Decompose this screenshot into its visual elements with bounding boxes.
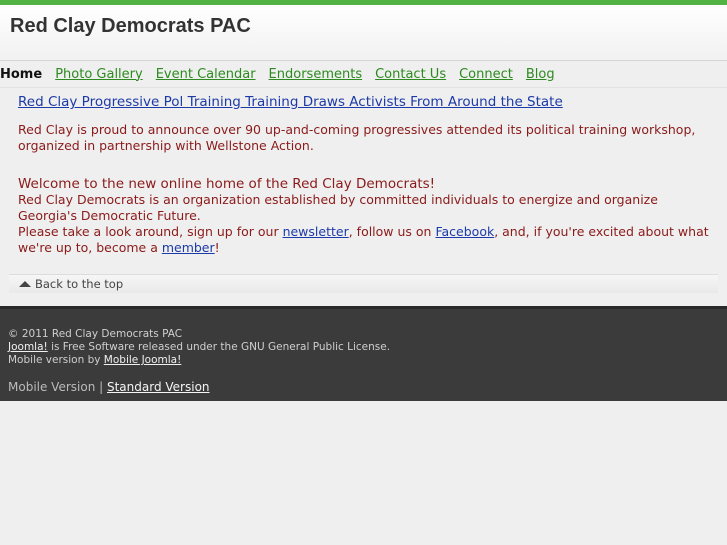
facebook-link[interactable]: Facebook — [435, 224, 494, 239]
version-switcher: Mobile Version | Standard Version — [8, 381, 719, 394]
main-nav: Home Photo Gallery Event Calendar Endors… — [0, 61, 727, 88]
welcome-description: Red Clay Democrats is an organization es… — [18, 192, 658, 223]
footer-license: Joomla! is Free Software released under … — [8, 341, 719, 354]
site-title[interactable]: Red Clay Democrats PAC — [10, 15, 717, 38]
mobile-by-text: Mobile version by — [8, 354, 104, 366]
welcome-title: Welcome to the new online home of the Re… — [18, 176, 436, 192]
back-to-top-link[interactable]: Back to the top — [9, 274, 718, 293]
footer-copyright: © 2011 Red Clay Democrats PAC — [8, 328, 183, 340]
arrow-up-icon — [19, 281, 31, 287]
nav-blog[interactable]: Blog — [526, 67, 555, 82]
cta-text-2: , follow us on — [348, 224, 436, 239]
member-link[interactable]: member — [162, 240, 215, 255]
newsletter-link[interactable]: newsletter — [283, 224, 349, 239]
cta-text-4: ! — [214, 240, 220, 255]
cta-text-1: Please take a look around, sign up for o… — [18, 224, 283, 239]
article-headline-link[interactable]: Red Clay Progressive Pol Training Traini… — [18, 94, 709, 110]
license-text: is Free Software released under the GNU … — [47, 341, 391, 353]
standard-version-link[interactable]: Standard Version — [107, 380, 210, 394]
site-header: Red Clay Democrats PAC — [0, 5, 727, 61]
back-to-top-label: Back to the top — [35, 277, 124, 291]
footer-mobile-credit: Mobile version by Mobile Joomla! — [8, 354, 719, 367]
nav-contact-us[interactable]: Contact Us — [375, 67, 446, 82]
nav-home[interactable]: Home — [0, 67, 42, 82]
mobile-version-label: Mobile Version | — [8, 380, 107, 394]
joomla-link[interactable]: Joomla! — [8, 341, 48, 353]
main-content: Red Clay Progressive Pol Training Traini… — [0, 88, 727, 256]
site-footer: © 2011 Red Clay Democrats PAC Joomla! is… — [0, 306, 727, 401]
article-summary: Red Clay is proud to announce over 90 up… — [18, 122, 696, 153]
nav-connect[interactable]: Connect — [459, 67, 513, 82]
nav-photo-gallery[interactable]: Photo Gallery — [55, 67, 143, 82]
welcome-call-to-action: Please take a look around, sign up for o… — [18, 224, 709, 256]
mobile-joomla-link[interactable]: Mobile Joomla! — [104, 354, 182, 366]
nav-event-calendar[interactable]: Event Calendar — [156, 67, 256, 82]
nav-endorsements[interactable]: Endorsements — [269, 67, 363, 82]
